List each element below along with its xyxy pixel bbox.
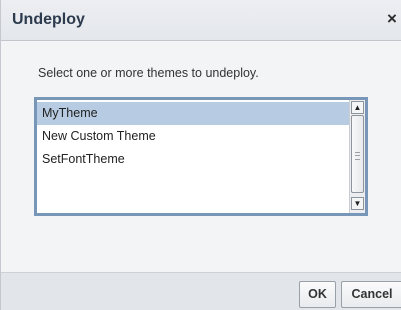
instruction-text: Select one or more themes to undeploy. bbox=[38, 66, 259, 80]
grip-icon bbox=[355, 152, 360, 160]
undeploy-dialog: Undeploy × Select one or more themes to … bbox=[0, 0, 401, 310]
list-item-new-custom-theme[interactable]: New Custom Theme bbox=[37, 125, 349, 148]
dialog-content: Select one or more themes to undeploy. M… bbox=[1, 41, 401, 272]
list-item-mytheme[interactable]: MyTheme bbox=[37, 102, 349, 125]
close-icon[interactable]: × bbox=[387, 9, 397, 29]
list-scrollbar[interactable]: ▲ ▼ bbox=[349, 100, 365, 213]
cancel-button[interactable]: Cancel bbox=[341, 281, 401, 308]
dialog-title: Undeploy bbox=[12, 11, 85, 28]
list-item-setfonttheme[interactable]: SetFontTheme bbox=[37, 148, 349, 171]
scroll-down-icon[interactable]: ▼ bbox=[351, 197, 364, 210]
dialog-titlebar: Undeploy × bbox=[1, 0, 401, 41]
ok-button[interactable]: OK bbox=[299, 281, 336, 308]
scroll-up-icon[interactable]: ▲ bbox=[351, 101, 364, 114]
scroll-thumb[interactable] bbox=[351, 115, 364, 193]
theme-listbox[interactable]: MyTheme New Custom Theme SetFontTheme ▲ … bbox=[34, 97, 368, 216]
dialog-footer: OK Cancel bbox=[1, 272, 401, 310]
